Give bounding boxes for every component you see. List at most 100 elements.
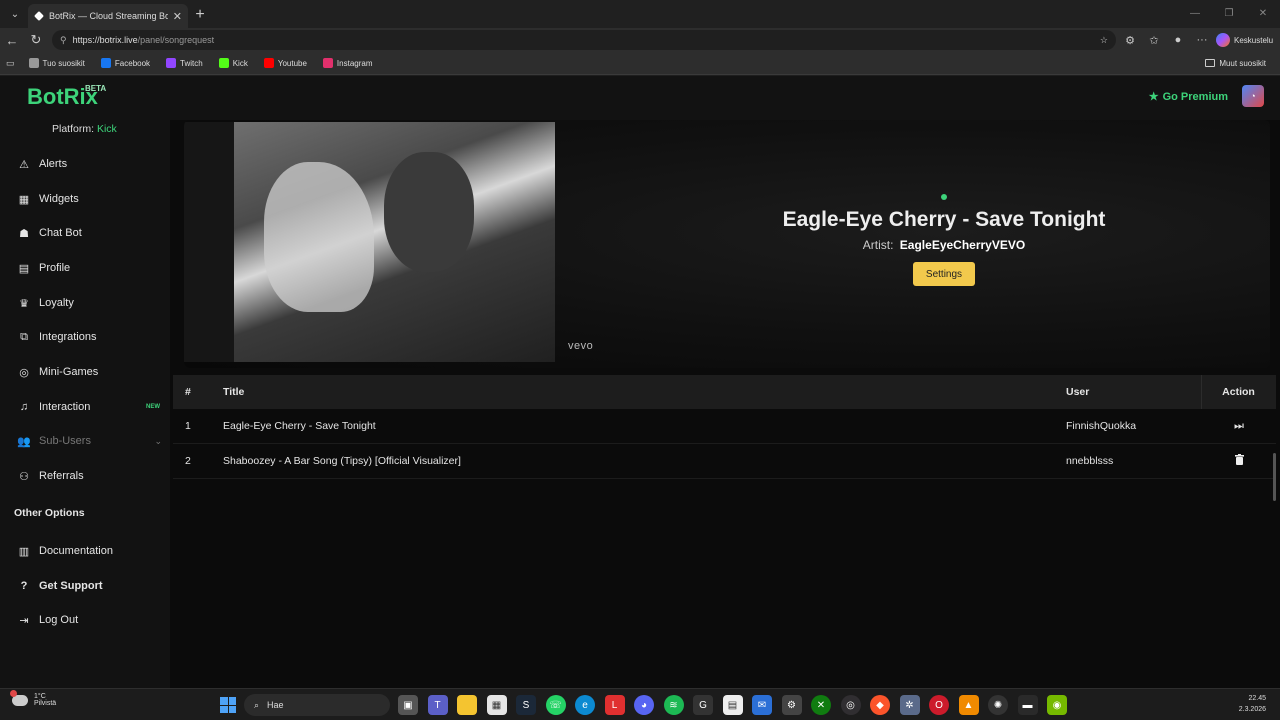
other-options-title: Other Options <box>14 507 85 519</box>
sidebar-toggle-icon[interactable]: ▭ <box>6 58 15 69</box>
clock-date: 2.3.2026 <box>1238 706 1266 713</box>
mail-icon[interactable]: ✉ <box>752 695 772 715</box>
restore-icon[interactable]: ❐ <box>1212 0 1246 26</box>
close-tab-icon[interactable]: ✕ <box>173 10 182 23</box>
help-icon: ? <box>20 580 28 592</box>
favorite-star-icon[interactable]: ☆ <box>1100 35 1108 46</box>
trash-icon[interactable] <box>1202 454 1276 468</box>
settings-button[interactable]: Settings <box>913 262 975 286</box>
sidebar-item-referrals[interactable]: ⚇ Referrals <box>0 461 170 491</box>
sidebar-item-label: Get Support <box>39 580 103 592</box>
gear-app-icon[interactable]: ✲ <box>899 695 920 715</box>
bookmark-label: Instagram <box>336 58 373 68</box>
go-premium-button[interactable]: ★ Go Premium <box>1149 90 1228 104</box>
video-figure-head <box>384 152 474 272</box>
discord-icon[interactable]: ◕ <box>634 695 654 715</box>
chevron-down-icon[interactable]: ⌄ <box>154 436 162 447</box>
sidebar-item-widgets[interactable]: ▦ Widgets <box>0 184 170 214</box>
opera-icon[interactable]: O <box>929 695 949 715</box>
new-tab-button[interactable]: + <box>188 3 212 27</box>
sidebar-item-sub-users[interactable]: 👥 Sub-Users ⌄ <box>0 426 170 456</box>
steam-icon[interactable]: S <box>516 695 536 715</box>
teams-icon[interactable]: T <box>427 695 448 715</box>
sidebar-item-log-out[interactable]: ⇥ Log Out <box>0 605 170 635</box>
url-text[interactable]: https://botrix.live/panel/songrequest <box>73 35 1094 45</box>
nvidia-icon[interactable]: ◉ <box>1047 695 1067 715</box>
youtube-icon <box>263 58 274 68</box>
skip-icon[interactable]: ⏭ <box>1202 420 1276 433</box>
notepad-icon[interactable]: ▤ <box>722 695 743 715</box>
video-player[interactable] <box>184 122 555 362</box>
bookmark-youtube[interactable]: Youtube <box>256 58 315 68</box>
chatgpt-icon[interactable]: ✺ <box>988 695 1008 715</box>
bookmark-instagram[interactable]: Instagram <box>315 58 381 68</box>
profile-icon[interactable]: ● <box>1168 30 1188 50</box>
sidebar-item-label: Loyalty <box>39 297 74 309</box>
user-avatar[interactable]: ◔ <box>1242 85 1264 107</box>
bookmark-twitch[interactable]: Twitch <box>158 58 211 68</box>
xbox-icon[interactable]: ✕ <box>811 695 831 715</box>
start-button[interactable] <box>220 697 236 713</box>
vlc-icon[interactable]: ▲ <box>958 695 979 715</box>
bookmark-kick[interactable]: Kick <box>211 58 256 68</box>
bookmark-facebook[interactable]: Facebook <box>93 58 158 68</box>
store-icon[interactable]: ▦ <box>486 695 507 715</box>
import-icon <box>28 58 39 68</box>
tab-list-button[interactable]: ⌄ <box>4 4 26 24</box>
sidebar-item-label: Widgets <box>39 193 79 205</box>
now-playing-artist: Artist: EagleEyeCherryVEVO <box>744 238 1144 252</box>
bookmark-label: Tuo suosikit <box>42 58 85 68</box>
other-bookmarks[interactable]: Muut suosikit <box>1205 59 1280 68</box>
new-badge: NEW <box>146 404 160 410</box>
weather-widget[interactable]: 1°C Pilvistä <box>10 689 56 707</box>
window-controls: — ❐ ✕ <box>1178 0 1280 26</box>
copilot-button[interactable]: Keskustelu <box>1216 33 1273 47</box>
taskbar-search[interactable]: ⌕ Hae <box>244 694 390 716</box>
brand-logo[interactable]: BotRix BETA <box>27 84 106 110</box>
more-icon[interactable]: ··· <box>1192 30 1212 50</box>
settings-app-icon[interactable]: ⚙ <box>781 695 802 715</box>
back-icon[interactable]: ← <box>0 29 24 51</box>
spotify-icon[interactable]: ≋ <box>663 695 684 715</box>
bookmark-tuo-suosikit[interactable]: Tuo suosikit <box>21 58 93 68</box>
extensions-icon[interactable]: ⚙ <box>1120 30 1140 50</box>
sidebar-item-alerts[interactable]: ⚠ Alerts <box>0 149 170 179</box>
temperature: 1°C <box>34 693 46 700</box>
file-explorer-icon[interactable] <box>457 695 477 715</box>
favorites-icon[interactable]: ✩ <box>1144 30 1164 50</box>
refresh-icon[interactable]: ↻ <box>24 29 48 51</box>
profile-icon: ▤ <box>18 262 30 275</box>
copilot-label: Keskustelu <box>1234 35 1274 45</box>
site-info-icon[interactable]: ⚲ <box>60 35 67 46</box>
minimize-icon[interactable]: — <box>1178 0 1212 26</box>
sidebar-item-interaction[interactable]: ♫ Interaction NEW <box>0 392 170 422</box>
sidebar-item-mini-games[interactable]: ◎ Mini-Games <box>0 357 170 387</box>
sidebar-item-get-support[interactable]: ? Get Support <box>0 571 170 601</box>
browser-tab[interactable]: BotRix — Cloud Streaming Bot ✕ <box>28 4 188 28</box>
g-app-icon[interactable]: G <box>693 695 713 715</box>
edge-icon[interactable]: e <box>575 695 595 715</box>
trophy-icon: ♛ <box>19 297 29 310</box>
screen-app-icon[interactable]: ▬ <box>1017 695 1038 715</box>
task-view-icon[interactable]: ▣ <box>398 695 418 715</box>
col-action: Action <box>1201 375 1275 409</box>
sidebar-item-label: Documentation <box>39 545 113 557</box>
sidebar-item-integrations[interactable]: ⧉ Integrations <box>0 322 170 352</box>
brave-icon[interactable]: ◆ <box>870 695 890 715</box>
sidebar-item-documentation[interactable]: ▥ Documentation <box>0 536 170 566</box>
address-bar[interactable]: ⚲ https://botrix.live/panel/songrequest … <box>52 30 1116 50</box>
sidebar-item-profile[interactable]: ▤ Profile <box>0 253 170 283</box>
system-clock[interactable]: 22.45 2.3.2026 <box>1239 693 1266 715</box>
song-queue-table: # Title User Action 1 Eagle-Eye Cherry -… <box>173 375 1276 479</box>
whatsapp-icon[interactable]: ☏ <box>545 695 566 715</box>
row-number: 2 <box>185 455 191 467</box>
close-window-icon[interactable]: ✕ <box>1246 0 1280 26</box>
row-title: Eagle-Eye Cherry - Save Tonight <box>223 420 376 432</box>
sidebar-item-label: Mini-Games <box>39 366 99 378</box>
scrollbar[interactable] <box>1273 453 1276 501</box>
integrations-icon: ⧉ <box>20 330 28 343</box>
sidebar-item-chat-bot[interactable]: ☗ Chat Bot <box>0 218 170 248</box>
l-app-icon[interactable]: L <box>604 695 625 715</box>
obs-icon[interactable]: ◎ <box>840 695 861 715</box>
sidebar-item-loyalty[interactable]: ♛ Loyalty <box>0 288 170 318</box>
